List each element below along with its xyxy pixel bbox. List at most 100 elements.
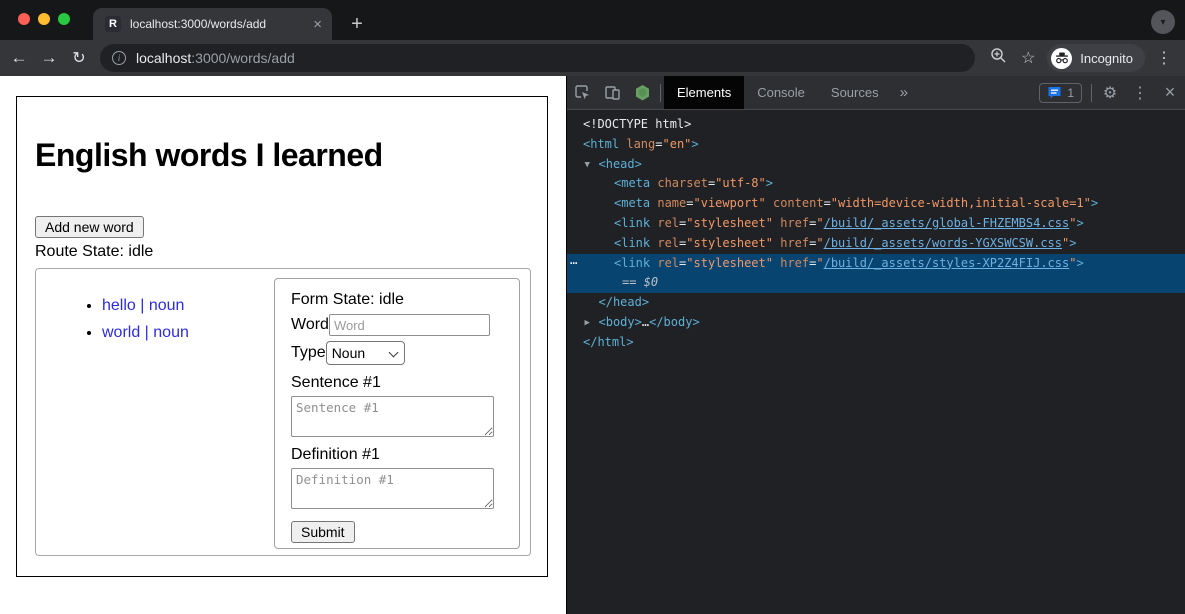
code-segment-tag: >: [1069, 236, 1076, 250]
browser-menu-icon[interactable]: ⋮: [1149, 48, 1179, 68]
devtools-tab-elements[interactable]: Elements: [664, 76, 744, 109]
tab-close-icon[interactable]: ×: [313, 16, 322, 33]
dom-tree-row[interactable]: == $0: [567, 273, 1185, 293]
dom-tree-row[interactable]: <meta name="viewport" content="width=dev…: [567, 194, 1185, 214]
code-segment-tag: <link: [614, 256, 650, 270]
reload-button[interactable]: ↻: [64, 48, 94, 68]
type-label: Type: [291, 344, 326, 362]
dom-tree-row[interactable]: ▼ <head>: [567, 155, 1185, 175]
route-state-text: Route State: idle: [35, 243, 153, 261]
toolbar-actions: ☆ Incognito ⋮: [983, 44, 1179, 72]
dom-tree-row[interactable]: </head>: [567, 293, 1185, 313]
devtools-tab-sources[interactable]: Sources: [818, 76, 892, 109]
url-host: localhost: [136, 50, 191, 66]
dom-tree-row[interactable]: <link rel="stylesheet" href="/build/_ass…: [567, 234, 1185, 254]
code-segment-eq: ==: [622, 275, 644, 289]
sentence-textarea[interactable]: [291, 396, 494, 437]
url-path: :3000/words/add: [191, 50, 295, 66]
back-button[interactable]: ←: [4, 48, 34, 68]
word-link[interactable]: world | noun: [102, 324, 189, 341]
more-tabs-icon[interactable]: »: [892, 84, 916, 101]
code-segment-tag: <link: [614, 216, 650, 230]
dom-tree-row[interactable]: <html lang="en">: [567, 135, 1185, 155]
code-segment-attr: content: [773, 196, 824, 210]
code-segment-tag: >: [1076, 256, 1083, 270]
issues-button[interactable]: 1: [1039, 83, 1082, 103]
code-segment-attr: rel: [657, 236, 679, 250]
dom-tree-row[interactable]: <link rel="stylesheet" href="/build/_ass…: [567, 214, 1185, 234]
code-segment-attr: href: [780, 216, 809, 230]
tab-strip: R localhost:3000/words/add × + ▾: [0, 0, 1185, 40]
type-select[interactable]: Noun: [326, 341, 405, 365]
devtools-panel: ElementsConsoleSources » 1 ⚙ ⋮ × <!DOCTY…: [566, 76, 1185, 614]
dom-tree-row[interactable]: </html>: [567, 333, 1185, 353]
code-segment-link: /build/_assets/global-FHZEMBS4.css: [824, 216, 1070, 230]
dom-tree: <!DOCTYPE html><html lang="en">▼ <head> <m…: [567, 111, 1185, 614]
code-segment-plain: …: [642, 315, 649, 329]
code-segment-plain: [766, 196, 773, 210]
definition-textarea[interactable]: [291, 468, 494, 509]
app-container: English words I learned Add new word Rou…: [16, 96, 548, 577]
word-list-item: world | noun: [102, 324, 189, 342]
settings-gear-icon[interactable]: ⚙: [1095, 76, 1125, 109]
code-segment-tag: <head>: [599, 157, 642, 171]
collapsed-arrow-icon[interactable]: ▶: [585, 314, 590, 334]
issues-bubble-icon: [1047, 86, 1062, 100]
code-segment-tag: <html: [583, 137, 619, 151]
new-tab-button[interactable]: +: [343, 10, 371, 38]
zoom-icon[interactable]: [983, 47, 1013, 69]
incognito-badge: Incognito: [1047, 44, 1145, 72]
sentence-label: Sentence #1: [291, 374, 503, 392]
code-segment-val: "width=device-width,initial-scale=1": [831, 196, 1091, 210]
code-segment-tag: <link: [614, 236, 650, 250]
devtools-toolbar: ElementsConsoleSources » 1 ⚙ ⋮ ×: [567, 76, 1185, 110]
expanded-arrow-icon[interactable]: ▼: [585, 156, 590, 176]
row-actions-icon[interactable]: ⋯: [570, 254, 578, 274]
browser-window: R localhost:3000/words/add × + ▾ ← → ↻ i…: [0, 0, 1185, 614]
inspect-element-icon[interactable]: [567, 76, 597, 109]
code-segment-val: "en": [663, 137, 692, 151]
close-window-button[interactable]: [18, 13, 30, 25]
dom-tree-row[interactable]: ⋯<link rel="stylesheet" href="/build/_as…: [567, 254, 1185, 274]
code-segment-tag: </body>: [649, 315, 700, 329]
code-segment-attr: rel: [657, 256, 679, 270]
word-label: Word: [291, 316, 329, 334]
dom-tree-row[interactable]: <!DOCTYPE html>: [567, 115, 1185, 135]
chevron-down-icon: ▾: [1160, 17, 1165, 28]
address-bar[interactable]: i localhost:3000/words/add: [100, 44, 975, 72]
code-segment-plain: =: [824, 196, 831, 210]
code-segment-dollar: $0: [644, 275, 658, 289]
web-page: English words I learned Add new word Rou…: [0, 76, 566, 614]
code-segment-tag: >: [691, 137, 698, 151]
code-segment-tag: <meta: [614, 176, 650, 190]
dom-tree-row[interactable]: <meta charset="utf-8">: [567, 174, 1185, 194]
forward-button[interactable]: →: [34, 48, 64, 68]
add-new-word-button[interactable]: Add new word: [35, 216, 144, 238]
devtools-close-icon[interactable]: ×: [1155, 76, 1185, 109]
site-info-icon[interactable]: i: [112, 51, 126, 65]
bookmark-star-icon[interactable]: ☆: [1013, 48, 1043, 68]
code-segment-val: ": [816, 216, 823, 230]
devtools-tab-console[interactable]: Console: [744, 76, 818, 109]
word-link[interactable]: hello | noun: [102, 297, 184, 314]
code-segment-val: "stylesheet": [686, 256, 773, 270]
tab-title: localhost:3000/words/add: [130, 17, 305, 31]
type-select-wrap: Noun: [326, 341, 405, 365]
form-state-text: Form State: idle: [291, 291, 503, 309]
device-toolbar-icon[interactable]: [597, 76, 627, 109]
code-segment-attr: rel: [657, 216, 679, 230]
devtools-menu-icon[interactable]: ⋮: [1125, 76, 1155, 109]
minimize-window-button[interactable]: [38, 13, 50, 25]
code-segment-tag: >: [1091, 196, 1098, 210]
browser-tab[interactable]: R localhost:3000/words/add ×: [93, 8, 332, 40]
dom-tree-row[interactable]: ▶<body>…</body>: [567, 313, 1185, 333]
code-segment-tag: >: [766, 176, 773, 190]
page-title: English words I learned: [35, 137, 383, 174]
toolbar-divider: [660, 84, 661, 102]
submit-button[interactable]: Submit: [291, 521, 355, 543]
code-segment-plain: =: [655, 137, 662, 151]
word-input[interactable]: [329, 314, 490, 336]
node-devtools-icon[interactable]: [627, 76, 657, 109]
tab-search-button[interactable]: ▾: [1151, 10, 1175, 34]
maximize-window-button[interactable]: [58, 13, 70, 25]
